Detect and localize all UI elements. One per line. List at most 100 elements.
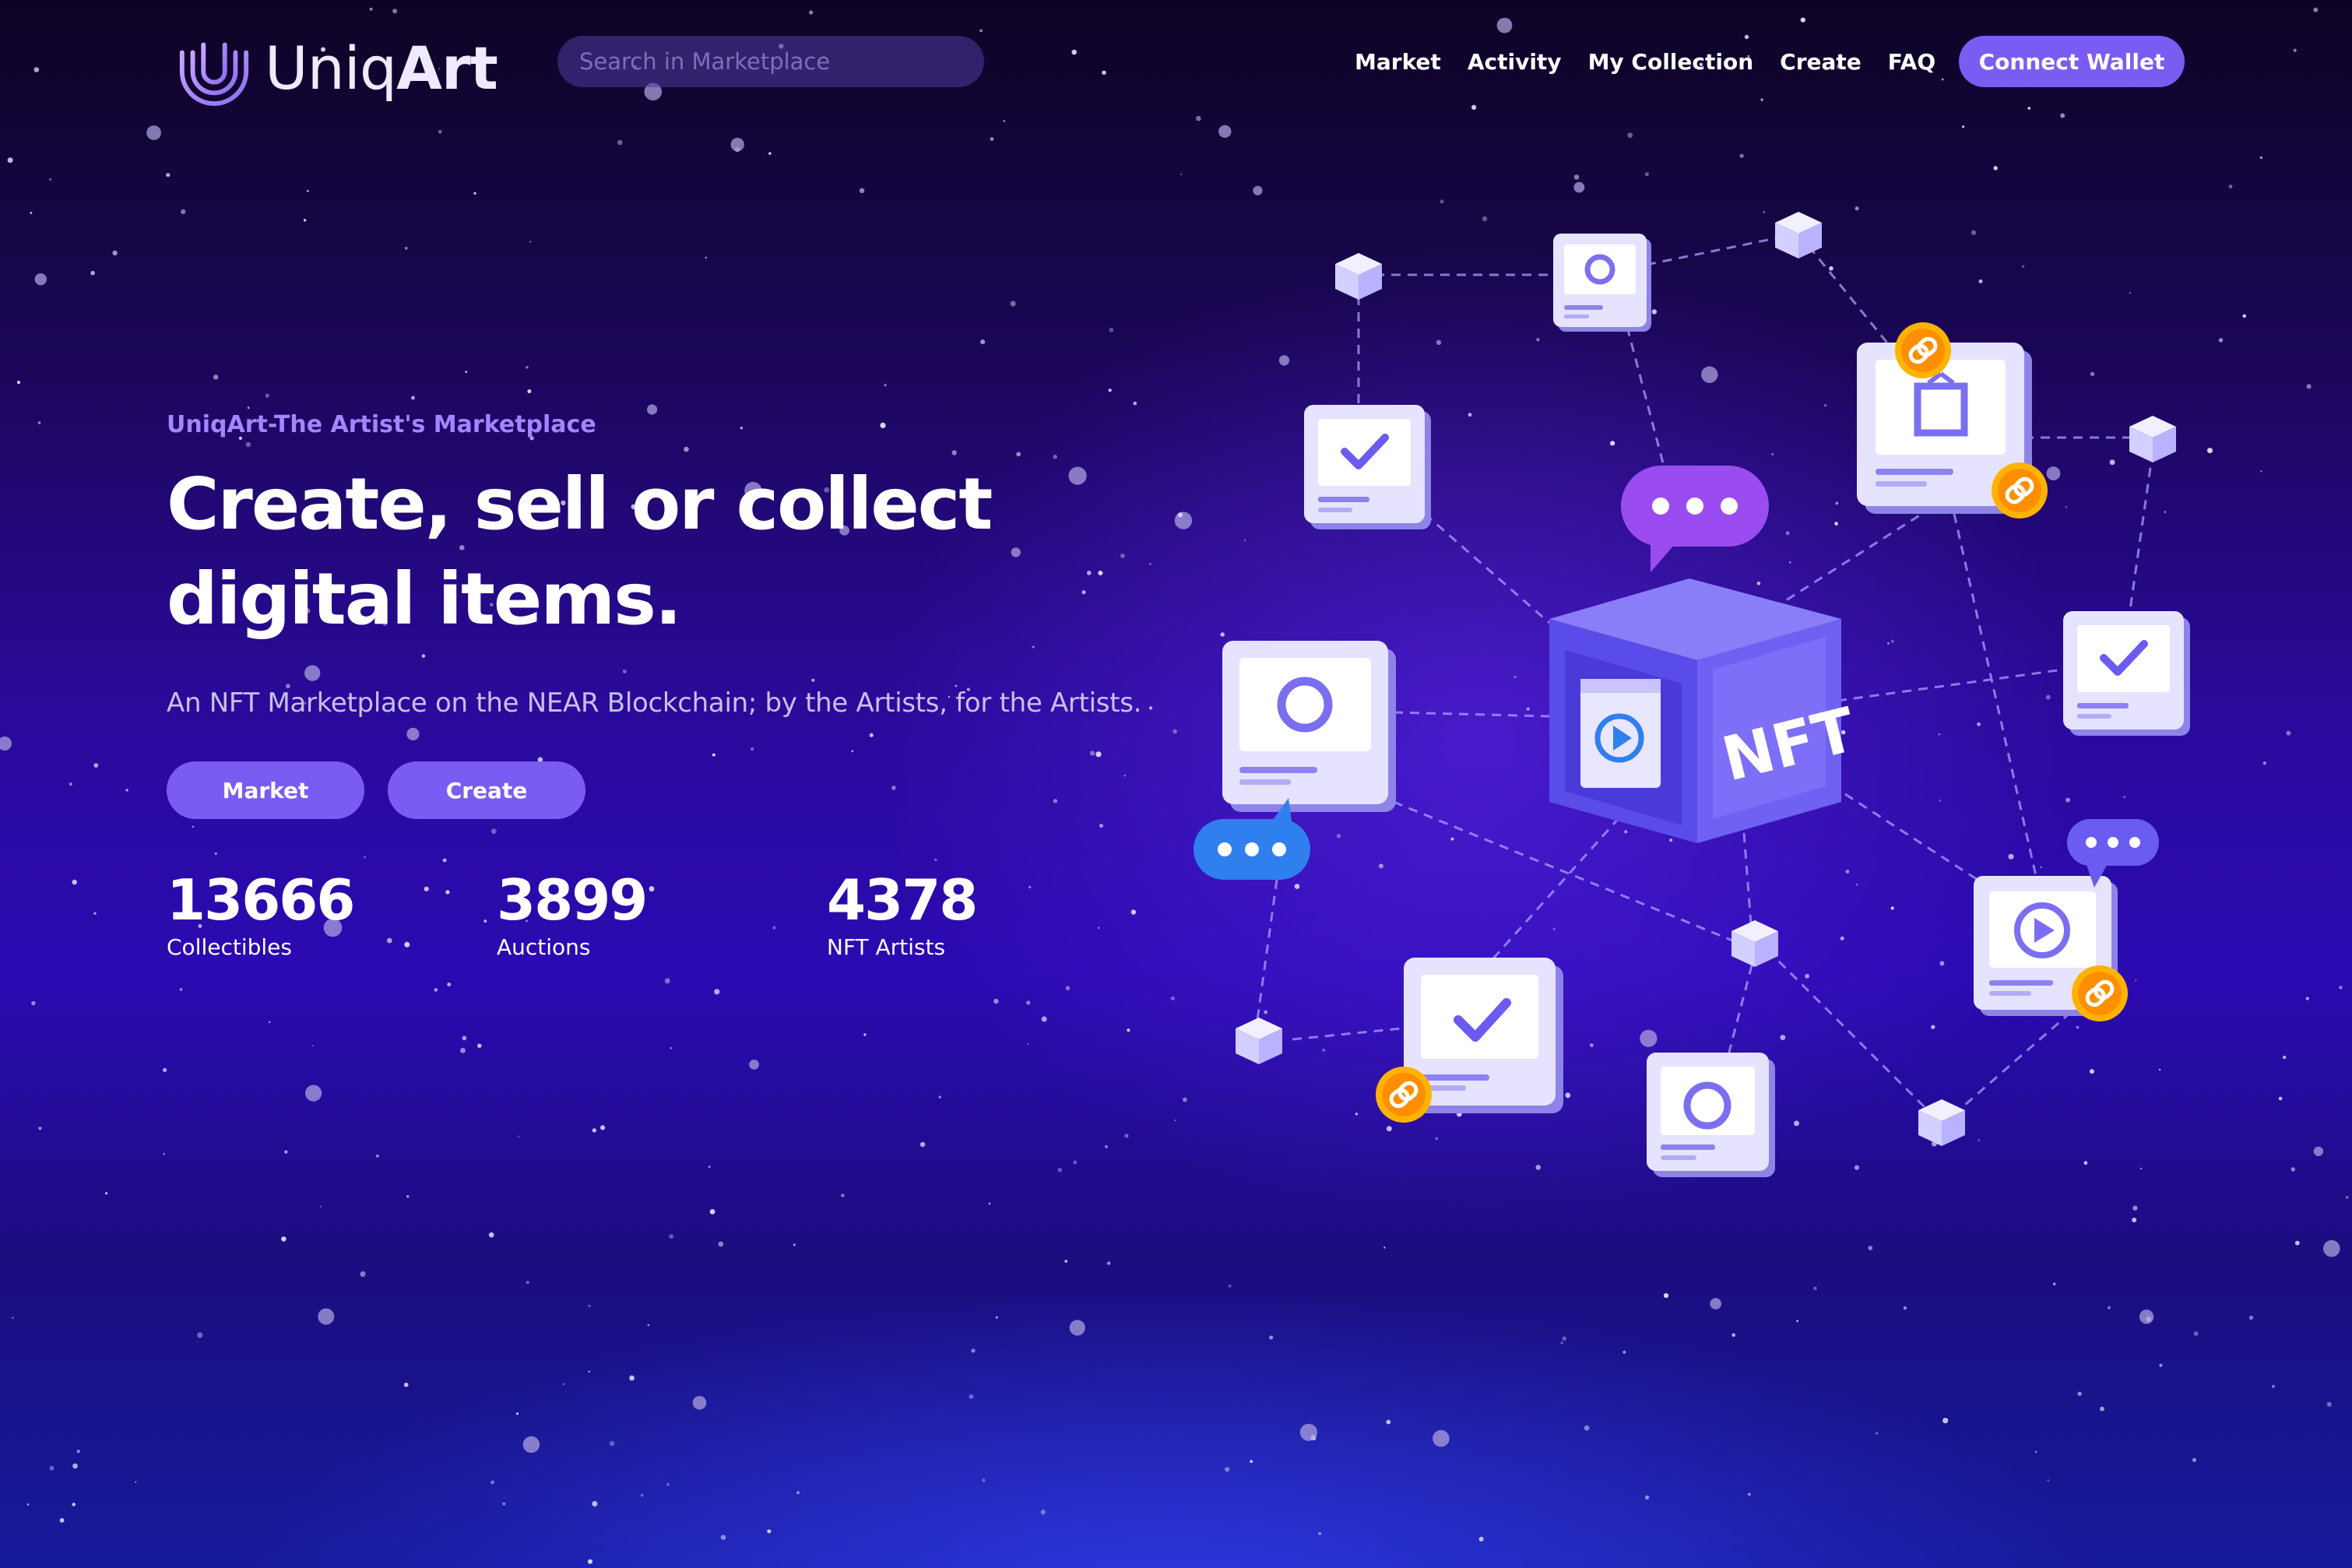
star: [851, 750, 854, 753]
star: [405, 247, 408, 250]
star: [640, 1493, 644, 1497]
star: [72, 879, 77, 885]
star: [2305, 997, 2309, 1000]
star: [31, 1000, 36, 1006]
star: [517, 1135, 520, 1137]
star: [214, 852, 217, 855]
star: [0, 737, 12, 751]
logo[interactable]: UniqArt: [176, 25, 498, 111]
headline-line-2: digital items.: [167, 557, 682, 641]
star: [434, 988, 438, 992]
star: [1106, 1261, 1111, 1265]
star: [2192, 1457, 2197, 1462]
star: [993, 998, 999, 1004]
star: [1196, 115, 1201, 121]
star: [502, 1502, 506, 1506]
star: [768, 152, 772, 155]
star: [749, 1060, 759, 1070]
star: [1383, 1246, 1386, 1249]
card-check-right: [2063, 611, 2190, 736]
star: [1095, 751, 1102, 758]
star: [718, 1241, 724, 1247]
nav-my-collection[interactable]: My Collection: [1588, 45, 1754, 79]
star: [669, 1234, 673, 1239]
star: [247, 406, 250, 410]
star: [112, 250, 118, 256]
nav-faq[interactable]: FAQ: [1888, 45, 1935, 79]
star: [2283, 1055, 2287, 1060]
star: [49, 1465, 54, 1471]
star: [588, 1559, 592, 1564]
star: [919, 1141, 926, 1148]
star: [105, 1192, 108, 1195]
star: [26, 1503, 30, 1506]
card-circle-bottom: [1647, 1053, 1775, 1177]
star: [1098, 926, 1100, 929]
star: [179, 987, 183, 991]
star: [2034, 1450, 2037, 1454]
star: [265, 393, 269, 398]
star: [424, 886, 429, 891]
star: [522, 1436, 540, 1454]
search-input[interactable]: [557, 36, 984, 87]
nav-activity[interactable]: Activity: [1468, 45, 1562, 79]
card-circle-top: [1553, 234, 1651, 332]
connect-wallet-button[interactable]: Connect Wallet: [1959, 36, 2185, 87]
star: [592, 1128, 596, 1133]
star: [93, 912, 97, 915]
star: [588, 1304, 591, 1307]
star: [796, 1491, 800, 1495]
star: [1562, 1336, 1567, 1341]
small-cube: [1731, 920, 1778, 967]
star: [2052, 1282, 2056, 1286]
nav-market[interactable]: Market: [1355, 45, 1441, 79]
star: [2159, 1363, 2163, 1367]
star: [473, 192, 476, 195]
star: [1003, 120, 1005, 122]
star: [197, 1332, 203, 1338]
star: [1386, 1419, 1391, 1425]
star: [793, 1243, 796, 1246]
star: [980, 339, 986, 345]
star: [135, 1481, 137, 1483]
star: [38, 1127, 42, 1130]
nav-create[interactable]: Create: [1780, 45, 1862, 79]
star: [483, 919, 487, 923]
star: [90, 270, 95, 276]
create-button[interactable]: Create: [388, 761, 585, 819]
star: [404, 941, 410, 947]
star: [303, 219, 307, 222]
star: [1123, 775, 1126, 777]
star: [76, 1450, 80, 1454]
small-cube: [1918, 1099, 1965, 1146]
market-button[interactable]: Market: [167, 761, 364, 819]
star: [2313, 1146, 2324, 1157]
star: [1057, 1168, 1063, 1172]
star: [1622, 1350, 1626, 1354]
star: [712, 753, 715, 757]
star: [649, 886, 655, 892]
nft-cube: NFT: [1549, 578, 1862, 843]
star: [72, 1503, 76, 1506]
star: [1731, 1333, 1735, 1338]
star: [529, 241, 532, 243]
star: [311, 1045, 314, 1047]
star: [447, 983, 452, 986]
stat-collectibles-label: Collectibles: [167, 934, 292, 960]
star: [1069, 1320, 1085, 1336]
card-circle-left: [1222, 641, 1396, 812]
star: [490, 1480, 494, 1485]
star: [59, 1517, 65, 1523]
star: [1478, 1536, 1484, 1542]
star: [37, 421, 41, 424]
star: [2306, 384, 2312, 389]
star: [863, 1033, 867, 1036]
star: [125, 789, 128, 792]
star: [1099, 824, 1103, 828]
star: [1250, 1460, 1253, 1463]
star: [600, 1125, 606, 1130]
star: [1663, 1293, 1669, 1299]
star: [1299, 1423, 1317, 1441]
star: [670, 1047, 672, 1049]
star: [938, 1095, 941, 1099]
